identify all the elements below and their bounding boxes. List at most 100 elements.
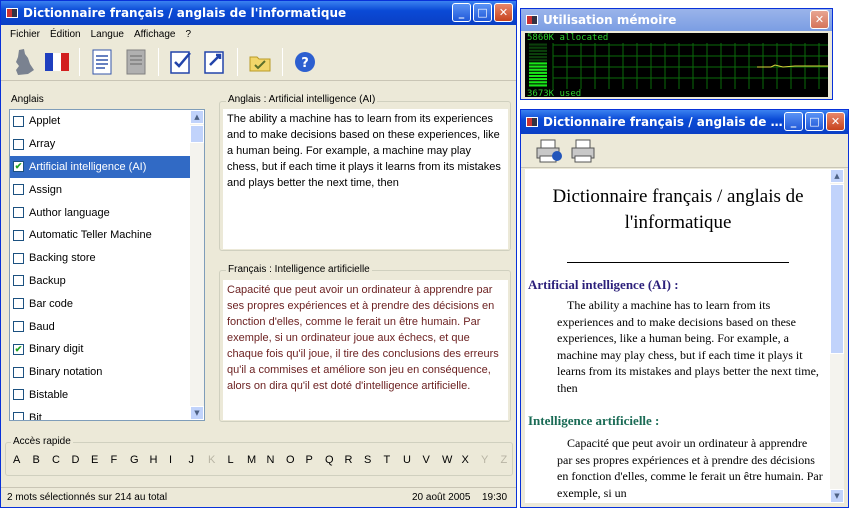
word-checkbox[interactable] <box>13 389 24 401</box>
french-definition[interactable]: Capacité que peut avoir un ordinateur à … <box>223 280 508 420</box>
word-checkbox[interactable] <box>13 229 24 241</box>
word-list[interactable]: Applet Array ✔ Artificial intelligence (AI)… <box>9 109 205 421</box>
word-checkbox[interactable] <box>13 138 24 150</box>
word-checkbox[interactable] <box>13 412 24 420</box>
letter-link[interactable]: F <box>111 454 131 466</box>
word-checkbox[interactable] <box>13 321 24 333</box>
print-setup-icon[interactable] <box>535 137 563 165</box>
usage-bar-segment <box>529 52 547 56</box>
letter-link[interactable]: N <box>267 454 287 466</box>
list-item[interactable]: Author language <box>10 201 204 224</box>
letter-link[interactable]: J <box>189 454 209 466</box>
preview-close-button[interactable]: ✕ <box>826 112 845 131</box>
letter-link[interactable]: A <box>13 454 33 466</box>
preview-title: Dictionnaire français / anglais de l'inf… <box>543 115 783 129</box>
word-checkbox[interactable] <box>13 366 24 378</box>
maximize-button[interactable]: □ <box>473 3 492 22</box>
list-item[interactable]: Backing store <box>10 247 204 270</box>
word-checkbox[interactable] <box>13 207 24 219</box>
menu-fichier[interactable]: Fichier <box>5 29 45 40</box>
close-button[interactable]: ✕ <box>494 3 513 22</box>
word-checkbox[interactable]: ✔ <box>13 343 24 355</box>
usage-bar-segment <box>529 81 547 84</box>
preview-scrollbar[interactable]: ▲ ▼ <box>830 169 844 503</box>
list-item[interactable]: Bit <box>10 406 204 420</box>
minimize-button[interactable]: _ <box>452 3 471 22</box>
preview-scroll-up-button[interactable]: ▲ <box>830 169 844 183</box>
preview-scroll-down-button[interactable]: ▼ <box>830 489 844 503</box>
word-checkbox[interactable]: ✔ <box>13 161 24 173</box>
printer-icon[interactable] <box>569 137 597 165</box>
list-item[interactable]: Applet <box>10 110 204 133</box>
list-item[interactable]: Binary notation <box>10 361 204 384</box>
list-item[interactable]: Bistable <box>10 384 204 407</box>
list-item[interactable]: ✔ Artificial intelligence (AI) <box>10 155 204 179</box>
letter-link[interactable]: E <box>91 454 111 466</box>
list-item[interactable]: ✔ Binary digit <box>10 338 204 361</box>
preview-toolbar <box>521 134 848 168</box>
list-item[interactable]: Backup <box>10 270 204 293</box>
list-item[interactable]: Assign <box>10 178 204 201</box>
letter-link[interactable]: W <box>442 454 462 466</box>
letter-link[interactable]: T <box>384 454 404 466</box>
letter-link[interactable]: C <box>52 454 72 466</box>
toolbar-separator <box>282 47 283 76</box>
letter-link[interactable]: S <box>364 454 384 466</box>
list-group-label: Anglais <box>11 94 44 105</box>
letter-link[interactable]: B <box>33 454 53 466</box>
preview-document[interactable]: Dictionnaire français / anglais de l'inf… <box>525 169 831 503</box>
memory-close-button[interactable]: ✕ <box>810 10 829 29</box>
letter-link[interactable]: V <box>423 454 443 466</box>
main-titlebar[interactable]: Dictionnaire français / anglais de l'inf… <box>1 1 516 25</box>
folder-check-icon[interactable] <box>246 48 274 76</box>
letter-link[interactable]: R <box>345 454 365 466</box>
letter-link[interactable]: O <box>286 454 306 466</box>
letter-link[interactable]: H <box>150 454 170 466</box>
letter-link[interactable]: P <box>306 454 326 466</box>
letter-link[interactable]: Q <box>325 454 345 466</box>
french-group-label: Français : Intelligence artificielle <box>226 264 372 275</box>
letter-link[interactable]: X <box>462 454 482 466</box>
scroll-thumb[interactable] <box>190 125 204 143</box>
main-toolbar: ? <box>1 43 516 81</box>
letter-bar: ABCDEFGHIJKLMNOPQRSTUVWXYZ <box>13 454 520 466</box>
menu-help[interactable]: ? <box>180 29 196 40</box>
preview-minimize-button[interactable]: _ <box>784 112 803 131</box>
list-item[interactable]: Bar code <box>10 292 204 315</box>
word-checkbox[interactable] <box>13 252 24 264</box>
edit-arrow-icon[interactable] <box>201 48 229 76</box>
menu-affichage[interactable]: Affichage <box>129 29 181 40</box>
menu-langue[interactable]: Langue <box>86 29 129 40</box>
uk-map-icon[interactable] <box>9 48 37 76</box>
preview-scroll-thumb[interactable] <box>830 184 844 354</box>
preview-maximize-button[interactable]: □ <box>805 112 824 131</box>
preview-titlebar[interactable]: Dictionnaire français / anglais de l'inf… <box>521 110 848 134</box>
letter-link[interactable]: G <box>130 454 150 466</box>
edit-check-icon[interactable] <box>167 48 195 76</box>
scroll-down-button[interactable]: ▼ <box>190 406 204 420</box>
help-icon[interactable]: ? <box>291 48 319 76</box>
list-item[interactable]: Automatic Teller Machine <box>10 224 204 247</box>
letter-link[interactable]: D <box>72 454 92 466</box>
word-checkbox[interactable] <box>13 275 24 287</box>
menu-edition[interactable]: Édition <box>45 29 86 40</box>
toolbar-separator <box>79 47 80 76</box>
france-flag-icon[interactable] <box>43 48 71 76</box>
list-item[interactable]: Array <box>10 133 204 156</box>
word-checkbox[interactable] <box>13 298 24 310</box>
scroll-up-button[interactable]: ▲ <box>190 110 204 124</box>
word-checkbox[interactable] <box>13 184 24 196</box>
preview-heading: Dictionnaire français / anglais de l'inf… <box>552 186 804 233</box>
letter-link[interactable]: M <box>247 454 267 466</box>
document-icon[interactable] <box>88 48 116 76</box>
list-item[interactable]: Baud <box>10 315 204 338</box>
english-definition[interactable]: The ability a machine has to learn from … <box>223 109 508 249</box>
letter-link[interactable]: I <box>169 454 189 466</box>
letter-link[interactable]: L <box>228 454 248 466</box>
letter-link[interactable]: U <box>403 454 423 466</box>
word-checkbox[interactable] <box>13 115 24 127</box>
status-time: 19:30 <box>482 492 508 503</box>
memory-titlebar[interactable]: Utilisation mémoire ✕ <box>521 9 832 31</box>
document-gray-icon[interactable] <box>122 48 150 76</box>
word-list-scrollbar[interactable]: ▲ ▼ <box>190 110 204 420</box>
